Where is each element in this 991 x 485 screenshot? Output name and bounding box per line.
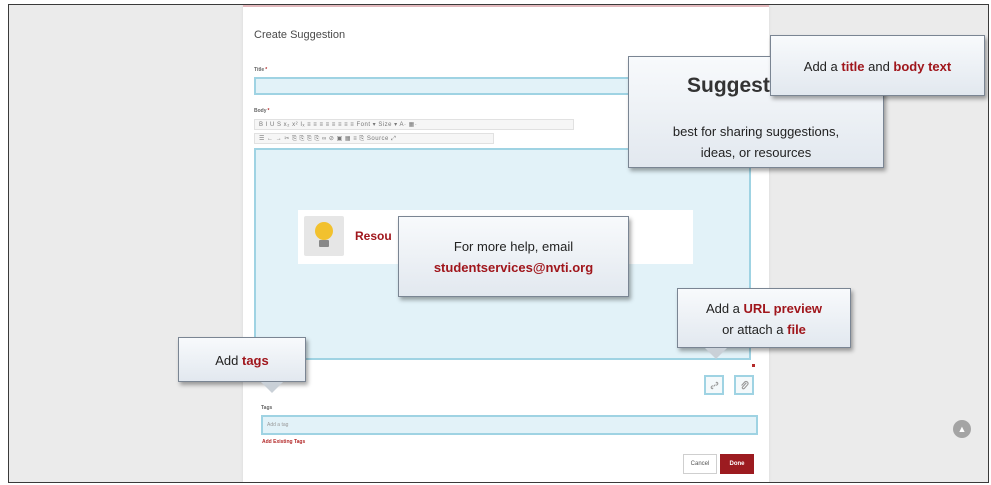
tags-placeholder: Add a tag — [267, 422, 289, 428]
url-file-callout: Add a URL preview or attach a file — [677, 288, 851, 348]
attach-file-button[interactable] — [734, 375, 754, 395]
toolbar-row-1-buttons[interactable]: B I U S x₂ x² Iₓ ≡ ≡ ≡ ≡ ≡ ≡ ≡ ≡ Font ▾ … — [259, 121, 417, 128]
required-mark: * — [265, 67, 268, 73]
chevron-up-icon: ▲ — [957, 424, 967, 434]
callout-text: or attach a — [722, 322, 788, 337]
url-callout-pointer — [705, 348, 727, 359]
editor-toolbar-row-2[interactable]: ☰ ← → ✂ ⎘ ⎘ ⎘ ⎘ ∞ ⊘ ▣ ▦ ≡ ⎘ Source ⤢ — [254, 133, 494, 144]
callout-text: Add a — [705, 301, 744, 316]
title-body-callout: Add a title and body text — [770, 35, 985, 96]
add-existing-tags-link[interactable]: Add Existing Tags — [262, 439, 305, 445]
body-label: Body* — [254, 108, 269, 114]
cancel-button[interactable]: Cancel — [683, 454, 717, 474]
callout-highlight-url: URL preview — [743, 301, 823, 316]
resource-title: Resou — [355, 229, 392, 243]
editor-resize-handle[interactable] — [752, 364, 755, 367]
tags-callout-pointer — [261, 382, 283, 393]
callout-text: Add a — [803, 59, 842, 74]
callout-text: and — [864, 59, 894, 74]
tags-input[interactable]: Add a tag — [261, 415, 758, 435]
url-callout-line-1: Add a URL preview — [678, 298, 850, 319]
title-label: Title* — [254, 67, 267, 73]
help-email-callout: For more help, email studentservices@nvt… — [398, 216, 629, 297]
help-email-link[interactable]: studentservices@nvti.org — [399, 257, 628, 278]
url-callout-line-2: or attach a file — [678, 319, 850, 340]
title-label-text: Title — [254, 67, 265, 73]
scroll-to-top-button[interactable]: ▲ — [953, 420, 971, 438]
lightbulb-icon — [304, 216, 344, 256]
callout-highlight-title: title — [841, 59, 865, 74]
callout-highlight-body: body text — [893, 59, 952, 74]
callout-text: Add — [215, 353, 242, 368]
dialog-title: Create Suggestion — [254, 29, 346, 41]
callout-highlight-file: file — [787, 322, 806, 337]
link-icon — [710, 381, 718, 389]
editor-toolbar-row-1[interactable]: B I U S x₂ x² Iₓ ≡ ≡ ≡ ≡ ≡ ≡ ≡ ≡ Font ▾ … — [254, 119, 574, 130]
required-mark: * — [267, 108, 270, 114]
screen-frame: Create Suggestion Title* Body* B I U S x… — [8, 4, 989, 483]
toolbar-row-2-buttons[interactable]: ☰ ← → ✂ ⎘ ⎘ ⎘ ⎘ ∞ ⊘ ▣ ▦ ≡ ⎘ Source ⤢ — [259, 135, 396, 143]
callout-highlight-tags: tags — [242, 353, 269, 368]
body-label-text: Body — [254, 108, 267, 114]
suggestion-desc-line-1: best for sharing suggestions, — [672, 124, 840, 139]
tags-callout: Add tags — [178, 337, 306, 382]
done-button[interactable]: Done — [720, 454, 754, 474]
help-text: For more help, email — [453, 239, 574, 254]
suggestion-desc-line-2: ideas, or resources — [700, 145, 812, 160]
paperclip-icon — [740, 380, 749, 389]
url-preview-button[interactable] — [704, 375, 724, 395]
tags-label: Tags — [261, 405, 273, 411]
